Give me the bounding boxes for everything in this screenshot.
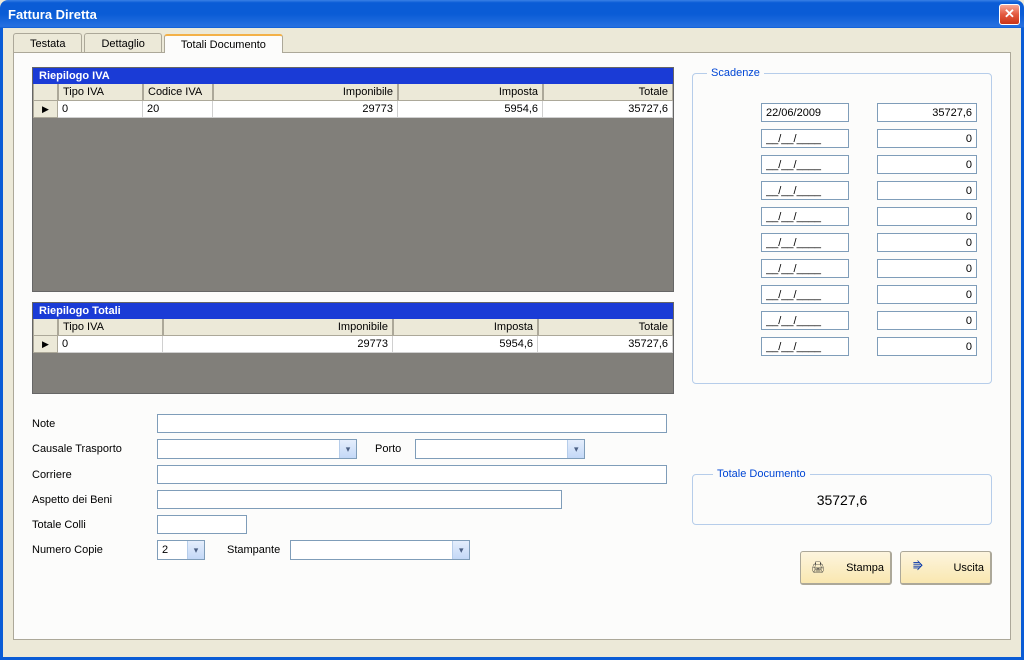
numero-copie-combo[interactable]: 2 ▾ (157, 540, 205, 560)
col-imponibile: Imponibile (213, 84, 398, 101)
riepilogo-totali-title: Riepilogo Totali (33, 303, 673, 319)
stampa-button[interactable]: 🖨 Stampa (800, 551, 892, 585)
titlebar: Fattura Diretta ✕ (0, 0, 1024, 28)
cell-imponibile: 29773 (213, 101, 398, 118)
porto-label: Porto (375, 443, 401, 455)
cell-imposta: 5954,6 (398, 101, 543, 118)
col-imponibile: Imponibile (163, 319, 393, 336)
cell-totale: 35727,6 (538, 336, 673, 353)
scadenza-row (707, 233, 977, 252)
scadenza-date-input[interactable] (761, 259, 849, 278)
scadenza-date-input[interactable] (761, 155, 849, 174)
scadenze-box: Scadenze (692, 67, 992, 384)
cell-codice: 20 (143, 101, 213, 118)
scadenza-row (707, 181, 977, 200)
scadenza-row (707, 207, 977, 226)
cell-totale: 35727,6 (543, 101, 673, 118)
tab-totali-documento[interactable]: Totali Documento (164, 34, 283, 53)
row-marker: ▶ (33, 101, 58, 118)
corriere-label: Corriere (32, 469, 157, 481)
table-row[interactable]: ▶ 0 20 29773 5954,6 35727,6 (33, 101, 673, 118)
scadenza-amount-input[interactable] (877, 129, 977, 148)
riepilogo-iva-header: Tipo IVA Codice IVA Imponibile Imposta T… (33, 84, 673, 101)
window-title: Fattura Diretta (8, 7, 97, 22)
scadenza-row (707, 103, 977, 122)
chevron-down-icon: ▾ (567, 440, 584, 458)
col-tipo-iva: Tipo IVA (58, 84, 143, 101)
scadenza-date-input[interactable] (761, 207, 849, 226)
scadenza-amount-input[interactable] (877, 207, 977, 226)
riepilogo-totali-grid[interactable]: Riepilogo Totali Tipo IVA Imponibile Imp… (32, 302, 674, 394)
chevron-down-icon: ▾ (187, 541, 204, 559)
col-totale: Totale (538, 319, 673, 336)
totale-colli-input[interactable] (157, 515, 247, 534)
scadenza-amount-input[interactable] (877, 259, 977, 278)
corriere-input[interactable] (157, 465, 667, 484)
scadenza-date-input[interactable] (761, 233, 849, 252)
scadenza-date-input[interactable] (761, 129, 849, 148)
table-row[interactable]: ▶ 0 29773 5954,6 35727,6 (33, 336, 673, 353)
row-marker: ▶ (33, 336, 58, 353)
scadenza-amount-input[interactable] (877, 311, 977, 330)
scadenza-amount-input[interactable] (877, 233, 977, 252)
note-label: Note (32, 418, 157, 430)
totale-documento-box: Totale Documento 35727,6 (692, 468, 992, 525)
col-imposta: Imposta (398, 84, 543, 101)
tab-dettaglio[interactable]: Dettaglio (84, 33, 161, 52)
cell-imponibile: 29773 (163, 336, 393, 353)
cell-tipo: 0 (58, 101, 143, 118)
copie-label: Numero Copie (32, 544, 157, 556)
causale-label: Causale Trasporto (32, 443, 157, 455)
scadenza-date-input[interactable] (761, 311, 849, 330)
scadenza-date-input[interactable] (761, 337, 849, 356)
col-codice-iva: Codice IVA (143, 84, 213, 101)
tab-strip: Testata Dettaglio Totali Documento (13, 33, 1011, 52)
totale-documento-legend: Totale Documento (713, 468, 810, 480)
cell-imposta: 5954,6 (393, 336, 538, 353)
aspetto-label: Aspetto dei Beni (32, 494, 157, 506)
uscita-label: Uscita (937, 562, 984, 574)
scadenza-date-input[interactable] (761, 285, 849, 304)
cell-tipo: 0 (58, 336, 163, 353)
riepilogo-iva-grid[interactable]: Riepilogo IVA Tipo IVA Codice IVA Imponi… (32, 67, 674, 292)
porto-combo[interactable]: ▾ (415, 439, 585, 459)
printer-icon: 🖨 (807, 557, 829, 579)
scadenza-row (707, 311, 977, 330)
scadenza-amount-input[interactable] (877, 103, 977, 122)
causale-trasporto-combo[interactable]: ▾ (157, 439, 357, 459)
scadenza-row (707, 129, 977, 148)
scadenza-row (707, 155, 977, 174)
close-icon[interactable]: ✕ (999, 4, 1020, 25)
riepilogo-iva-title: Riepilogo IVA (33, 68, 673, 84)
scadenza-row (707, 337, 977, 356)
stampa-label: Stampa (837, 562, 884, 574)
tab-testata[interactable]: Testata (13, 33, 82, 52)
scadenza-date-input[interactable] (761, 103, 849, 122)
chevron-down-icon: ▾ (339, 440, 356, 458)
stampante-combo[interactable]: ▾ (290, 540, 470, 560)
exit-icon: ⭆ (907, 557, 929, 579)
scadenze-legend: Scadenze (707, 67, 764, 79)
chevron-down-icon: ▾ (452, 541, 469, 559)
col-tipo-iva: Tipo IVA (58, 319, 163, 336)
tab-content: Riepilogo IVA Tipo IVA Codice IVA Imponi… (13, 52, 1011, 640)
col-imposta: Imposta (393, 319, 538, 336)
scadenza-date-input[interactable] (761, 181, 849, 200)
uscita-button[interactable]: ⭆ Uscita (900, 551, 992, 585)
totale-documento-value: 35727,6 (713, 492, 971, 508)
scadenza-amount-input[interactable] (877, 337, 977, 356)
scadenza-row (707, 285, 977, 304)
colli-label: Totale Colli (32, 519, 157, 531)
aspetto-beni-input[interactable] (157, 490, 562, 509)
col-totale: Totale (543, 84, 673, 101)
riepilogo-totali-header: Tipo IVA Imponibile Imposta Totale (33, 319, 673, 336)
scadenza-amount-input[interactable] (877, 155, 977, 174)
scadenza-amount-input[interactable] (877, 181, 977, 200)
scadenza-row (707, 259, 977, 278)
stampante-label: Stampante (227, 544, 280, 556)
scadenza-amount-input[interactable] (877, 285, 977, 304)
note-input[interactable] (157, 414, 667, 433)
